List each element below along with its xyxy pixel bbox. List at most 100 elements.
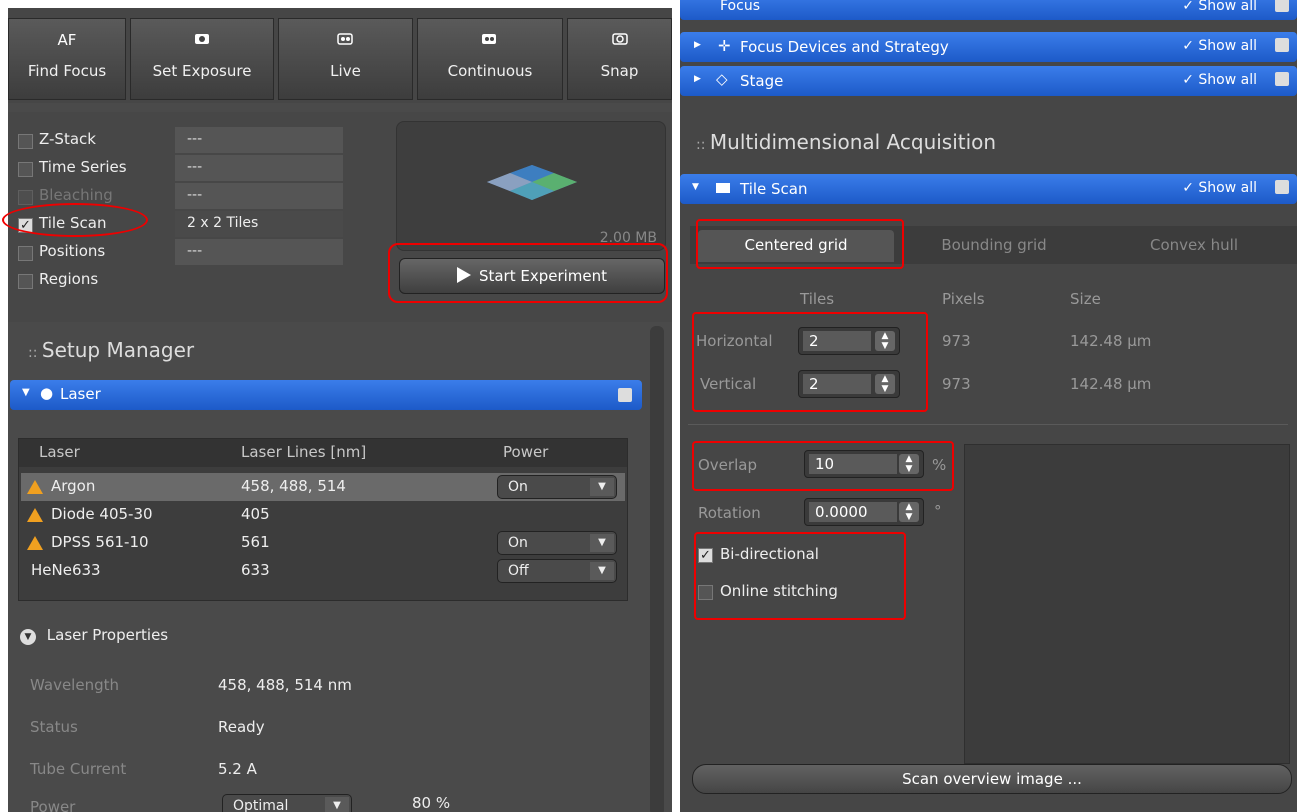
tube-current-value: 5.2 A bbox=[218, 760, 257, 778]
laser-table: Laser Laser Lines [nm] Power Argon 458, … bbox=[18, 438, 628, 601]
external-link-icon[interactable] bbox=[1275, 38, 1289, 52]
tile-grid-thumbnail bbox=[487, 165, 577, 200]
z-stack-value: --- bbox=[175, 127, 343, 153]
show-all-toggle[interactable]: ✓ Show all bbox=[1182, 72, 1257, 88]
find-focus-button[interactable]: AF Find Focus bbox=[8, 18, 126, 100]
positions-label: Positions bbox=[39, 242, 106, 260]
col-power: Power bbox=[503, 443, 549, 461]
z-stack-checkbox[interactable] bbox=[18, 134, 33, 149]
laser-lines: 405 bbox=[241, 505, 270, 523]
laser-lines: 633 bbox=[241, 561, 270, 579]
bleaching-checkbox[interactable] bbox=[18, 190, 33, 205]
horizontal-pixels: 973 bbox=[942, 332, 971, 350]
size-header: Size bbox=[1070, 290, 1101, 308]
continuous-button[interactable]: Continuous bbox=[417, 18, 563, 100]
table-row[interactable]: DPSS 561-10 561 On ▼ bbox=[21, 529, 625, 557]
vertical-pixels: 973 bbox=[942, 375, 971, 393]
show-all-toggle[interactable]: ✓ Show all bbox=[1182, 0, 1257, 14]
stage-panel-header[interactable]: ▶ ◇ Stage ✓ Show all bbox=[680, 66, 1297, 96]
divider bbox=[688, 424, 1288, 425]
wavelength-value: 458, 488, 514 nm bbox=[218, 676, 352, 694]
annotation-tile-scan bbox=[2, 203, 148, 237]
laser-name: DPSS 561-10 bbox=[51, 533, 149, 551]
left-scrollbar[interactable] bbox=[650, 326, 664, 812]
focus-label: Focus bbox=[720, 0, 760, 14]
laser-name: Argon bbox=[51, 477, 96, 495]
tile-preview: 2.00 MB bbox=[396, 121, 666, 251]
warning-icon bbox=[27, 480, 43, 494]
table-row[interactable]: Argon 458, 488, 514 On ▼ bbox=[21, 473, 625, 501]
laser-properties-title: Laser Properties bbox=[46, 626, 169, 644]
power-dropdown[interactable]: On ▼ bbox=[497, 531, 617, 555]
focus-panel-header[interactable]: Focus ✓ Show all bbox=[680, 0, 1297, 20]
power-mode-dropdown[interactable]: Optimal ▼ bbox=[222, 794, 352, 812]
positions-checkbox[interactable] bbox=[18, 246, 33, 261]
external-link-icon[interactable] bbox=[618, 388, 632, 402]
table-row[interactable]: HeNe633 633 Off ▼ bbox=[21, 557, 625, 585]
laser-panel-header[interactable]: ▼ ● Laser bbox=[10, 380, 642, 410]
time-series-label: Time Series bbox=[39, 158, 127, 176]
acquisition-toolbar: AF Find Focus Set Exposure Live Continuo… bbox=[8, 8, 672, 103]
laser-properties-toggle[interactable]: ▼ Laser Properties bbox=[20, 626, 168, 645]
live-icon bbox=[279, 31, 412, 53]
laser-lines: 458, 488, 514 bbox=[241, 477, 346, 495]
external-link-icon[interactable] bbox=[1275, 0, 1289, 12]
status-label: Status bbox=[30, 718, 78, 736]
tab-bounding-grid[interactable]: Bounding grid bbox=[894, 230, 1094, 262]
left-pane: AF Find Focus Set Exposure Live Continuo… bbox=[8, 8, 672, 812]
bleaching-label: Bleaching bbox=[39, 186, 113, 204]
focus-devices-label: Focus Devices and Strategy bbox=[740, 38, 949, 56]
col-laser-lines: Laser Lines [nm] bbox=[241, 443, 367, 461]
tab-convex-hull[interactable]: Convex hull bbox=[1094, 230, 1294, 262]
set-exposure-button[interactable]: Set Exposure bbox=[130, 18, 274, 100]
scan-overview-button[interactable]: Scan overview image ... bbox=[692, 764, 1292, 794]
stepper-icon[interactable]: ▲ ▼ bbox=[899, 502, 919, 522]
rotation-unit: ° bbox=[934, 502, 942, 520]
external-link-icon[interactable] bbox=[1275, 72, 1289, 86]
time-series-checkbox[interactable] bbox=[18, 162, 33, 177]
show-all-label: Show all bbox=[1198, 180, 1257, 196]
table-row[interactable]: Diode 405-30 405 bbox=[21, 501, 625, 529]
md-acquisition-label: Multidimensional Acquisition bbox=[709, 130, 997, 154]
tiles-header: Tiles bbox=[800, 290, 835, 308]
annotation-tiles bbox=[692, 312, 928, 412]
af-icon: AF bbox=[57, 31, 77, 49]
rotation-label: Rotation bbox=[698, 504, 761, 522]
chevron-down-icon: ▼ bbox=[590, 478, 614, 496]
regions-checkbox[interactable] bbox=[18, 274, 33, 289]
rotation-stepper[interactable]: 0.0000 ▲ ▼ bbox=[804, 498, 924, 526]
tab-bounding-grid-label: Bounding grid bbox=[941, 236, 1047, 254]
bulb-icon: ● bbox=[40, 384, 54, 402]
wavelength-label: Wavelength bbox=[30, 676, 119, 694]
laser-panel-title: Laser bbox=[60, 385, 101, 403]
snap-label: Snap bbox=[600, 62, 639, 80]
power-dropdown[interactable]: On ▼ bbox=[497, 475, 617, 499]
md-acquisition-title: :: Multidimensional Acquisition bbox=[696, 130, 997, 154]
external-link-icon[interactable] bbox=[1275, 180, 1289, 194]
power-dropdown[interactable]: Off ▼ bbox=[497, 559, 617, 583]
show-all-toggle[interactable]: ✓ Show all bbox=[1182, 180, 1257, 196]
tile-scan-panel-title: Tile Scan bbox=[740, 180, 808, 198]
expand-arrow-icon: ▶ bbox=[694, 74, 701, 84]
tile-scan-panel-header[interactable]: ▼ Tile Scan ✓ Show all bbox=[680, 174, 1297, 204]
scan-overview-label: Scan overview image ... bbox=[902, 770, 1082, 788]
annotation-centered-grid bbox=[696, 219, 904, 269]
chevron-down-icon: ▼ bbox=[590, 562, 614, 580]
show-all-toggle[interactable]: ✓ Show all bbox=[1182, 38, 1257, 54]
continuous-icon bbox=[418, 31, 562, 53]
tile-scan-value: 2 x 2 Tiles bbox=[175, 211, 343, 237]
power-percent: 80 % bbox=[412, 794, 451, 812]
status-value: Ready bbox=[218, 718, 265, 736]
stage-icon: ◇ bbox=[716, 70, 728, 88]
setup-manager-title: :: Setup Manager bbox=[28, 338, 195, 362]
power-mode-value: Optimal bbox=[233, 798, 289, 812]
col-laser: Laser bbox=[39, 443, 80, 461]
live-button[interactable]: Live bbox=[278, 18, 413, 100]
collapse-arrow-icon: ▼ bbox=[692, 182, 699, 192]
snap-button[interactable]: Snap bbox=[567, 18, 672, 100]
chevron-down-icon: ▼ bbox=[325, 797, 349, 812]
live-label: Live bbox=[330, 62, 361, 80]
tile-overview-canvas[interactable] bbox=[964, 444, 1290, 764]
focus-devices-panel-header[interactable]: ▶ ✛ Focus Devices and Strategy ✓ Show al… bbox=[680, 32, 1297, 62]
regions-label: Regions bbox=[39, 270, 99, 288]
